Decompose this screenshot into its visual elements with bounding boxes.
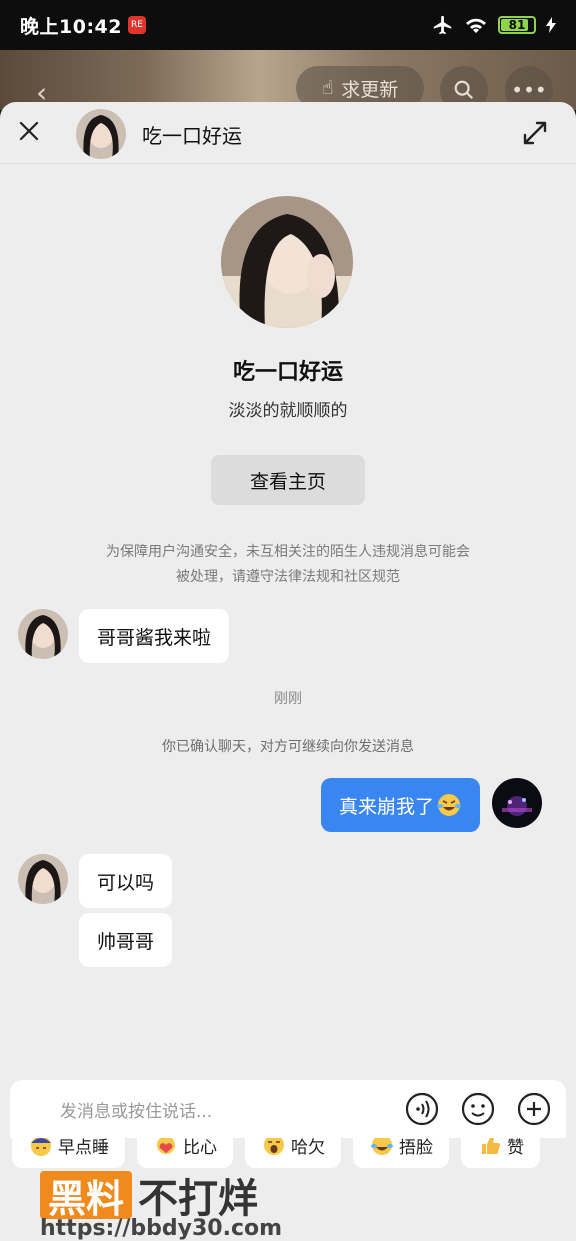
status-time: 晚上10:42 (20, 15, 122, 38)
profile-avatar[interactable] (221, 196, 353, 328)
safety-notice-line-2: 被处理，请遵守法律法规和社区规范 (176, 569, 400, 585)
watermark-url: https://bbdy30.com (40, 1216, 283, 1241)
laughing-tears-emoji-icon (436, 792, 462, 818)
charging-icon (546, 17, 556, 33)
battery-icon: 81 (498, 16, 536, 34)
contact-avatar[interactable] (18, 609, 68, 659)
safety-notice-line-1: 为保障用户沟通安全，未互相关注的陌生人违规消息可能会 (106, 544, 470, 560)
message-text: 真来崩我了 (339, 795, 435, 818)
plus-icon (517, 1092, 551, 1126)
message-input[interactable]: 发消息或按住说话... (60, 1097, 386, 1122)
message-bubble[interactable]: 帅哥哥 (79, 913, 173, 967)
add-button[interactable] (514, 1089, 554, 1129)
message-row: 哥哥酱我来啦 (18, 609, 230, 663)
status-bar: 晚上10:42 RE 81 (0, 0, 576, 50)
safety-notice: 为保障用户沟通安全，未互相关注的陌生人违规消息可能会 被处理，请遵守法律法规和社… (60, 540, 516, 590)
message-bubble-self[interactable]: 真来崩我了 (321, 778, 481, 832)
profile-name: 吃一口好运 (232, 360, 343, 385)
chat-sheet: 吃一口好运 吃一口好运 淡淡的就顺顺的 查看主页 为保障用户沟通安全，未互相关注… (0, 102, 576, 1241)
header-contact-name: 吃一口好运 (142, 124, 242, 148)
airplane-icon (433, 15, 452, 35)
wifi-icon (466, 18, 486, 33)
hand-pointer-icon: ☝ (321, 77, 334, 99)
app-notification-icon: RE (127, 16, 146, 34)
emoji-icon (461, 1092, 495, 1126)
expand-icon (523, 121, 547, 145)
message-input-bar: 发消息或按住说话... (10, 1080, 566, 1138)
view-profile-button[interactable]: 查看主页 (211, 455, 365, 505)
contact-avatar[interactable] (18, 854, 68, 904)
header-avatar[interactable] (76, 109, 126, 159)
message-row: 可以吗 帅哥哥 (18, 854, 173, 967)
emoji-button[interactable] (458, 1089, 498, 1129)
chat-header: 吃一口好运 (0, 102, 576, 164)
message-row-self: 真来崩我了 (321, 778, 543, 832)
expand-button[interactable] (520, 118, 550, 148)
message-bubble[interactable]: 哥哥酱我来啦 (79, 609, 230, 663)
voice-button[interactable] (402, 1089, 442, 1129)
message-timestamp: 刚刚 (274, 691, 302, 707)
background-refresh-label: 求更新 (341, 78, 399, 101)
message-bubble[interactable]: 可以吗 (79, 854, 173, 908)
my-avatar[interactable] (492, 778, 543, 828)
battery-level: 81 (508, 18, 526, 32)
system-message: 你已确认聊天，对方可继续向你发送消息 (162, 739, 414, 755)
voice-icon (405, 1092, 439, 1126)
profile-bio: 淡淡的就顺顺的 (228, 401, 348, 421)
watermark-box-text: 黑料 (40, 1171, 133, 1221)
background-page-header (0, 50, 576, 110)
close-icon (19, 121, 39, 141)
close-button[interactable] (14, 116, 44, 146)
